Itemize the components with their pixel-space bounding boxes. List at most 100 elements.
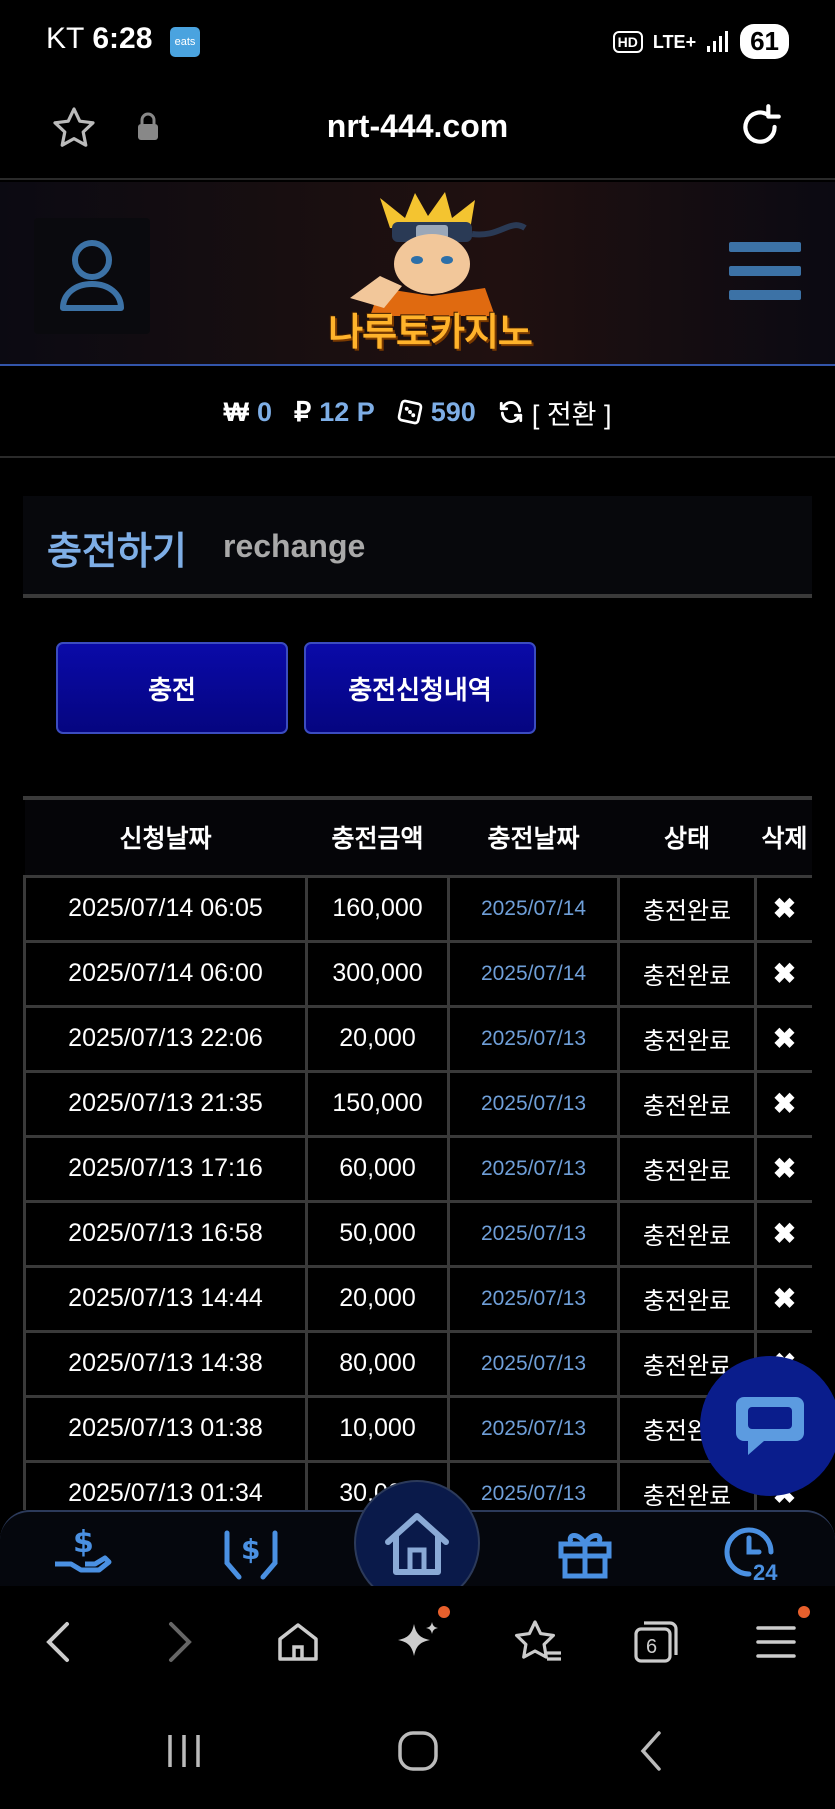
delete-icon[interactable]: ✖: [754, 1134, 812, 1203]
request-date-cell: 2025/07/13 01:34: [23, 1459, 308, 1510]
charge-date-cell: 2025/07/14: [447, 874, 620, 943]
status-bar: KT 6:28 eats HD LTE+ 61: [0, 0, 835, 84]
delete-icon[interactable]: ✖: [754, 1199, 812, 1268]
browser-toolbar: 6: [0, 1586, 835, 1696]
column-header: 신청날짜: [24, 800, 307, 876]
chat-bubble-icon: [736, 1397, 804, 1455]
browser-menu-icon[interactable]: [748, 1606, 810, 1670]
network-type: LTE+: [652, 31, 697, 52]
charge-date-cell: 2025/07/13: [447, 1199, 620, 1268]
column-header: 충전날짜: [448, 800, 619, 876]
balance-bar: ₩ 0 ₽ 12 P 590 [ 전환 ]: [0, 368, 835, 458]
nav-withdraw-icon[interactable]: $: [216, 1520, 286, 1584]
request-date-cell: 2025/07/13 22:06: [23, 1004, 308, 1073]
table-row: 2025/07/13 16:58 50,000 2025/07/13 충전완료 …: [23, 1199, 812, 1268]
column-header: 충전금액: [306, 800, 449, 876]
table-header-row: 신청날짜 충전금액 충전날짜 상태 삭제: [24, 800, 812, 876]
sparkle-ai-icon[interactable]: [390, 1606, 450, 1670]
charge-date-cell: 2025/07/13: [447, 1329, 620, 1398]
page-title-panel: 충전하기 rechange: [23, 496, 812, 598]
forward-icon[interactable]: [152, 1614, 208, 1670]
amount-cell: 150,000: [305, 1069, 450, 1138]
request-date-cell: 2025/07/13 14:44: [23, 1264, 308, 1333]
convert-label: [ 전환 ]: [531, 399, 612, 430]
browser-home-icon[interactable]: [270, 1614, 326, 1670]
request-date-cell: 2025/07/13 14:38: [23, 1329, 308, 1398]
delete-icon[interactable]: ✖: [754, 1264, 812, 1333]
convert-button[interactable]: [ 전환 ]: [498, 393, 612, 432]
amount-cell: 80,000: [305, 1329, 450, 1398]
charge-date-cell: 2025/07/13: [447, 1004, 620, 1073]
site-header: 나루토카지노: [0, 182, 835, 366]
amount-cell: 160,000: [305, 874, 450, 943]
charge-date-cell: 2025/07/13: [447, 1459, 620, 1510]
request-date-cell: 2025/07/14 06:05: [23, 874, 308, 943]
svg-text:$: $: [241, 1533, 260, 1566]
user-account-button[interactable]: [34, 218, 150, 334]
delete-icon[interactable]: ✖: [754, 874, 812, 943]
android-nav-bar: [0, 1696, 835, 1809]
browser-url-bar: nrt-444.com: [0, 84, 835, 180]
notification-dot: [798, 1606, 810, 1618]
hd-voice-icon: HD: [612, 30, 643, 53]
request-date-cell: 2025/07/13 21:35: [23, 1069, 308, 1138]
amount-cell: 10,000: [305, 1394, 450, 1463]
notification-dot: [438, 1606, 450, 1618]
column-header: 상태: [618, 800, 756, 876]
user-icon: [60, 240, 124, 311]
won-value: 0: [256, 396, 273, 427]
tab-count: 6: [646, 1636, 657, 1658]
dice-icon: [397, 399, 423, 425]
table-row: 2025/07/13 21:35 150,000 2025/07/13 충전완료…: [23, 1069, 812, 1138]
site-logo[interactable]: 나루토카지노: [310, 188, 550, 360]
table-row: 2025/07/13 14:38 80,000 2025/07/13 충전완료 …: [23, 1329, 812, 1398]
eats-app-icon: eats: [170, 27, 200, 57]
logo-text: 나루토카지노: [328, 310, 533, 354]
delete-icon[interactable]: ✖: [754, 1004, 812, 1073]
amount-cell: 300,000: [305, 939, 450, 1008]
point-balance: ₽ 12 P: [294, 397, 375, 428]
nav-gift-icon[interactable]: [550, 1520, 620, 1584]
status-carrier-time: KT 6:28: [46, 22, 152, 56]
reload-icon[interactable]: [735, 102, 785, 156]
nav-deposit-icon[interactable]: $: [48, 1520, 118, 1584]
page-title: 충전하기: [47, 529, 187, 573]
delete-icon[interactable]: ✖: [754, 1069, 812, 1138]
tab-charge-history[interactable]: 충전신청내역: [304, 642, 536, 734]
back-icon[interactable]: [30, 1614, 86, 1670]
android-home-icon[interactable]: [388, 1726, 448, 1776]
tabs-icon[interactable]: 6: [628, 1614, 684, 1670]
request-date-cell: 2025/07/13 01:38: [23, 1394, 308, 1463]
tab-charge[interactable]: 충전: [56, 642, 288, 734]
status-cell: 충전완료: [617, 1069, 757, 1138]
table-row: 2025/07/13 22:06 20,000 2025/07/13 충전완료 …: [23, 1004, 812, 1073]
badge-24: 24: [753, 1560, 778, 1582]
table-row: 2025/07/13 14:44 20,000 2025/07/13 충전완료 …: [23, 1264, 812, 1333]
clock: 6:28: [92, 22, 153, 55]
battery-level: 61: [740, 24, 789, 59]
url-text[interactable]: nrt-444.com: [0, 108, 835, 145]
status-cell: 충전완료: [617, 1264, 757, 1333]
delete-icon[interactable]: ✖: [754, 939, 812, 1008]
status-cell: 충전완료: [617, 939, 757, 1008]
bookmarks-icon[interactable]: [510, 1614, 566, 1670]
won-balance: ₩ 0: [224, 397, 273, 428]
column-header: 삭제: [755, 800, 812, 876]
nav-24h-support-icon[interactable]: 24: [716, 1520, 786, 1584]
charge-date-cell: 2025/07/13: [447, 1069, 620, 1138]
hamburger-menu-icon[interactable]: [729, 242, 801, 314]
android-back-icon[interactable]: [622, 1726, 682, 1776]
live-chat-button[interactable]: [700, 1356, 835, 1496]
page-subtitle: rechange: [223, 528, 366, 564]
request-date-cell: 2025/07/13 16:58: [23, 1199, 308, 1268]
request-date-cell: 2025/07/14 06:00: [23, 939, 308, 1008]
table-row: 2025/07/14 06:05 160,000 2025/07/14 충전완료…: [23, 874, 812, 943]
recent-apps-icon[interactable]: [154, 1726, 214, 1776]
refresh-icon: [499, 401, 522, 423]
charge-date-cell: 2025/07/13: [447, 1394, 620, 1463]
amount-cell: 20,000: [305, 1004, 450, 1073]
point-icon: ₽: [294, 396, 312, 427]
signal-icon: [707, 30, 729, 52]
status-cell: 충전완료: [617, 1004, 757, 1073]
won-icon: ₩: [223, 396, 249, 427]
